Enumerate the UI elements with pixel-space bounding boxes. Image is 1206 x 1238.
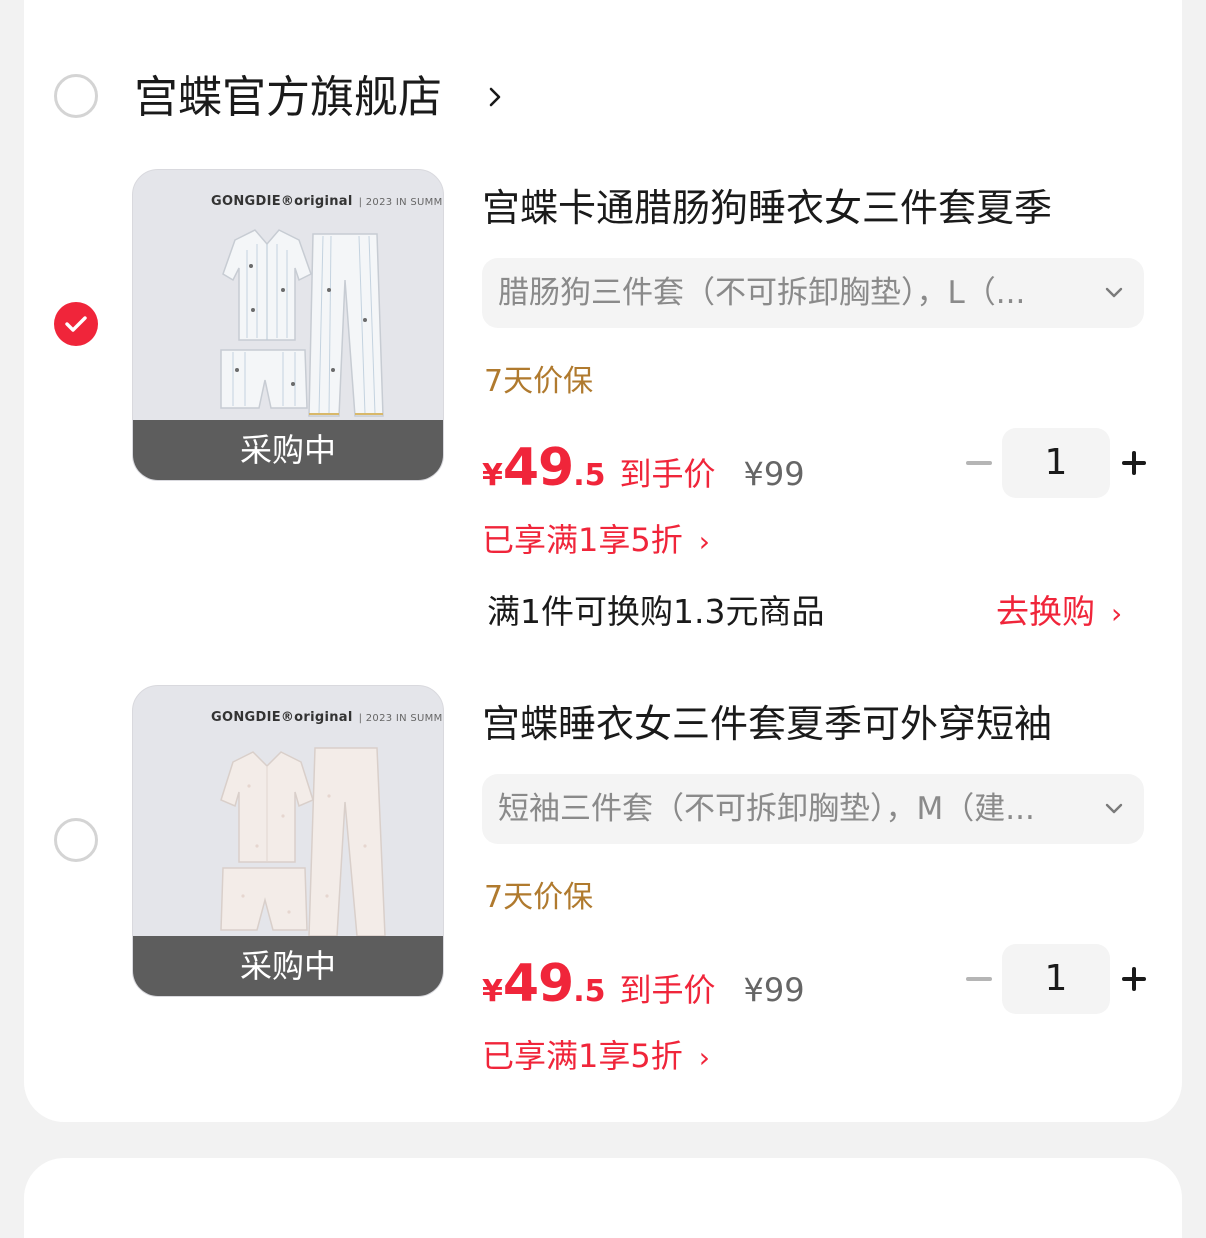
spec-text: 短袖三件套（不可拆卸胸垫），M（建... xyxy=(498,791,1035,827)
original-price: ¥99 xyxy=(743,455,805,493)
quantity-decrease-button[interactable] xyxy=(966,977,992,981)
price-currency: ¥ xyxy=(482,458,503,493)
quantity-value[interactable]: 1 xyxy=(1002,428,1110,498)
price-currency: ¥ xyxy=(482,974,503,1009)
purchasing-overlay: 采购中 xyxy=(133,936,443,996)
price-guarantee-badge: 7天价保 xyxy=(484,364,594,399)
promo-text: 已享满1享5折 xyxy=(482,521,683,559)
quantity-value[interactable]: 1 xyxy=(1002,944,1110,1014)
quantity-decrease-button[interactable] xyxy=(966,461,992,465)
product-thumbnail[interactable]: GONGDIE®original| 2023 IN SUMMER 采购中 xyxy=(132,169,444,481)
spec-selector[interactable]: 腊肠狗三件套（不可拆卸胸垫），L（... xyxy=(482,258,1144,328)
price-decimal: .5 xyxy=(573,974,606,1009)
store-select-radio[interactable] xyxy=(54,74,98,118)
next-store-card xyxy=(24,1158,1182,1238)
exchange-link-label: 去换购 xyxy=(996,592,1095,631)
chevron-right-icon: › xyxy=(1111,597,1123,630)
promo-discount-link[interactable]: 已享满1享5折 › xyxy=(482,1034,710,1080)
exchange-link[interactable]: 去换购 › xyxy=(996,590,1122,636)
quantity-increase-button[interactable] xyxy=(1122,451,1146,475)
quantity-increase-button[interactable] xyxy=(1122,967,1146,991)
price-integer: 49 xyxy=(502,438,574,498)
item-select-radio[interactable] xyxy=(54,818,98,862)
promo-discount-link[interactable]: 已享满1享5折 › xyxy=(482,518,710,564)
chevron-right-icon[interactable] xyxy=(488,86,502,108)
price-decimal: .5 xyxy=(573,458,606,493)
price-integer: 49 xyxy=(502,954,574,1014)
exchange-offer-text: 满1件可换购1.3元商品 xyxy=(487,592,825,631)
item-select-radio[interactable] xyxy=(54,302,98,346)
product-thumbnail[interactable]: GONGDIE®original| 2023 IN SUMMER 采购中 xyxy=(132,685,444,997)
chevron-down-icon xyxy=(1105,803,1123,814)
original-price: ¥99 xyxy=(743,971,805,1009)
price-tag: 到手价 xyxy=(619,455,716,493)
price-tag: 到手价 xyxy=(619,971,716,1009)
store-name[interactable]: 宫蝶官方旗舰店 xyxy=(134,70,442,126)
chevron-right-icon: › xyxy=(698,1041,710,1074)
chevron-down-icon xyxy=(1105,287,1123,298)
product-title[interactable]: 宫蝶睡衣女三件套夏季可外穿短袖 xyxy=(482,700,1122,748)
pajama-set-image xyxy=(220,229,384,417)
price-guarantee-badge: 7天价保 xyxy=(484,880,594,915)
product-title[interactable]: 宫蝶卡通腊肠狗睡衣女三件套夏季 xyxy=(482,184,1122,232)
purchasing-overlay: 采购中 xyxy=(133,420,443,480)
price-row: ¥49.5 到手价 ¥99 xyxy=(482,438,805,498)
price-row: ¥49.5 到手价 ¥99 xyxy=(482,954,805,1014)
check-icon xyxy=(65,316,87,332)
spec-text: 腊肠狗三件套（不可拆卸胸垫），L（... xyxy=(498,275,1026,311)
pajama-set-image xyxy=(220,747,386,937)
spec-selector[interactable]: 短袖三件套（不可拆卸胸垫），M（建... xyxy=(482,774,1144,844)
promo-text: 已享满1享5折 xyxy=(482,1037,683,1075)
chevron-right-icon: › xyxy=(698,525,710,558)
